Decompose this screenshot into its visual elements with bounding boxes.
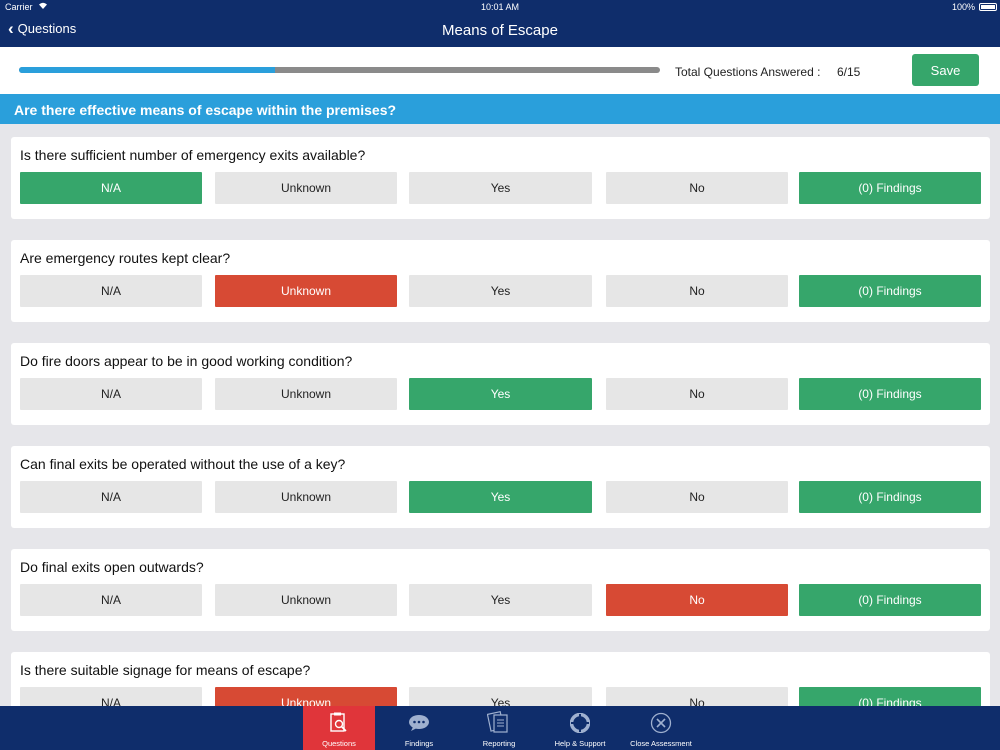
question-card: Do fire doors appear to be in good worki… <box>11 343 990 425</box>
findings-button[interactable]: (0) Findings <box>799 584 981 616</box>
answered-count: 6/15 <box>837 65 861 79</box>
section-header: Are there effective means of escape with… <box>0 94 1000 124</box>
progress-area: Total Questions Answered : 6/15 Save <box>0 47 1000 94</box>
answer-unknown-button[interactable]: Unknown <box>215 378 397 410</box>
tab-close-assessment[interactable]: Close Assessment <box>625 706 697 750</box>
chevron-left-icon: ‹ <box>8 19 14 38</box>
answer-no-button[interactable]: No <box>606 378 788 410</box>
answer-na-button[interactable]: N/A <box>20 378 202 410</box>
nav-bar: ‹ Questions Means of Escape <box>0 14 1000 47</box>
findings-button[interactable]: (0) Findings <box>799 378 981 410</box>
clock: 10:01 AM <box>480 2 520 12</box>
answer-unknown-button[interactable]: Unknown <box>215 275 397 307</box>
question-text: Is there sufficient number of emergency … <box>20 147 366 163</box>
answer-unknown-button[interactable]: Unknown <box>215 687 397 706</box>
answer-yes-button[interactable]: Yes <box>409 687 592 706</box>
answer-yes-button[interactable]: Yes <box>409 172 592 204</box>
speech-bubble-icon <box>383 711 455 735</box>
lifebuoy-icon <box>544 711 616 735</box>
answer-yes-button[interactable]: Yes <box>409 584 592 616</box>
tab-label: Findings <box>404 739 434 748</box>
page-title: Means of Escape <box>442 22 558 39</box>
question-card: Is there suitable signage for means of e… <box>11 652 990 706</box>
battery-icon <box>979 3 997 11</box>
question-card: Are emergency routes kept clear? N/A Unkno… <box>11 240 990 322</box>
documents-icon <box>463 711 535 735</box>
status-bar: Carrier 10:01 AM 100% <box>0 0 1000 14</box>
tab-help-support[interactable]: Help & Support <box>544 706 616 750</box>
question-text: Can final exits be operated without the … <box>20 456 346 472</box>
answer-unknown-button[interactable]: Unknown <box>215 172 397 204</box>
tab-reporting[interactable]: Reporting <box>463 706 535 750</box>
progress-bar <box>19 67 660 73</box>
tab-label: Close Assessment <box>630 739 692 748</box>
question-text: Do final exits open outwards? <box>20 559 204 575</box>
findings-button[interactable]: (0) Findings <box>799 481 981 513</box>
answered-label: Total Questions Answered : <box>675 65 821 79</box>
answer-yes-button[interactable]: Yes <box>409 275 592 307</box>
tab-label: Questions <box>322 739 356 748</box>
question-text: Do fire doors appear to be in good worki… <box>20 353 353 369</box>
save-button[interactable]: Save <box>912 54 979 86</box>
questions-icon <box>303 711 375 735</box>
findings-button[interactable]: (0) Findings <box>799 172 981 204</box>
question-list[interactable]: Is there sufficient number of emergency … <box>0 124 1000 706</box>
answer-no-button[interactable]: No <box>606 687 788 706</box>
answer-na-button[interactable]: N/A <box>20 481 202 513</box>
answer-no-button[interactable]: No <box>606 481 788 513</box>
answer-no-button[interactable]: No <box>606 275 788 307</box>
question-card: Can final exits be operated without the … <box>11 446 990 528</box>
findings-button[interactable]: (0) Findings <box>799 687 981 706</box>
tab-label: Help & Support <box>554 739 606 748</box>
answer-unknown-button[interactable]: Unknown <box>215 584 397 616</box>
question-card: Is there sufficient number of emergency … <box>11 137 990 219</box>
answer-no-button[interactable]: No <box>606 172 788 204</box>
progress-fill <box>19 67 276 73</box>
answer-no-button[interactable]: No <box>606 584 788 616</box>
question-card: Do final exits open outwards? N/A Unknown Y… <box>11 549 990 631</box>
answer-na-button[interactable]: N/A <box>20 172 202 204</box>
tab-questions[interactable]: Questions <box>303 706 375 750</box>
answer-yes-button[interactable]: Yes <box>409 481 592 513</box>
answer-na-button[interactable]: N/A <box>20 687 202 706</box>
findings-button[interactable]: (0) Findings <box>799 275 981 307</box>
back-label: Questions <box>17 21 77 36</box>
tab-bar: Questions Findings Reporting Help & Support… <box>0 706 1000 750</box>
question-text: Are emergency routes kept clear? <box>20 250 231 266</box>
close-circle-icon <box>625 711 697 735</box>
back-button[interactable]: ‹ Questions <box>8 19 77 38</box>
answer-yes-button[interactable]: Yes <box>409 378 592 410</box>
answer-na-button[interactable]: N/A <box>20 275 202 307</box>
tab-findings[interactable]: Findings <box>383 706 455 750</box>
battery-percent: 100% <box>951 2 975 12</box>
answer-unknown-button[interactable]: Unknown <box>215 481 397 513</box>
tab-label: Reporting <box>482 739 516 748</box>
answer-na-button[interactable]: N/A <box>20 584 202 616</box>
question-text: Is there suitable signage for means of e… <box>20 662 311 678</box>
